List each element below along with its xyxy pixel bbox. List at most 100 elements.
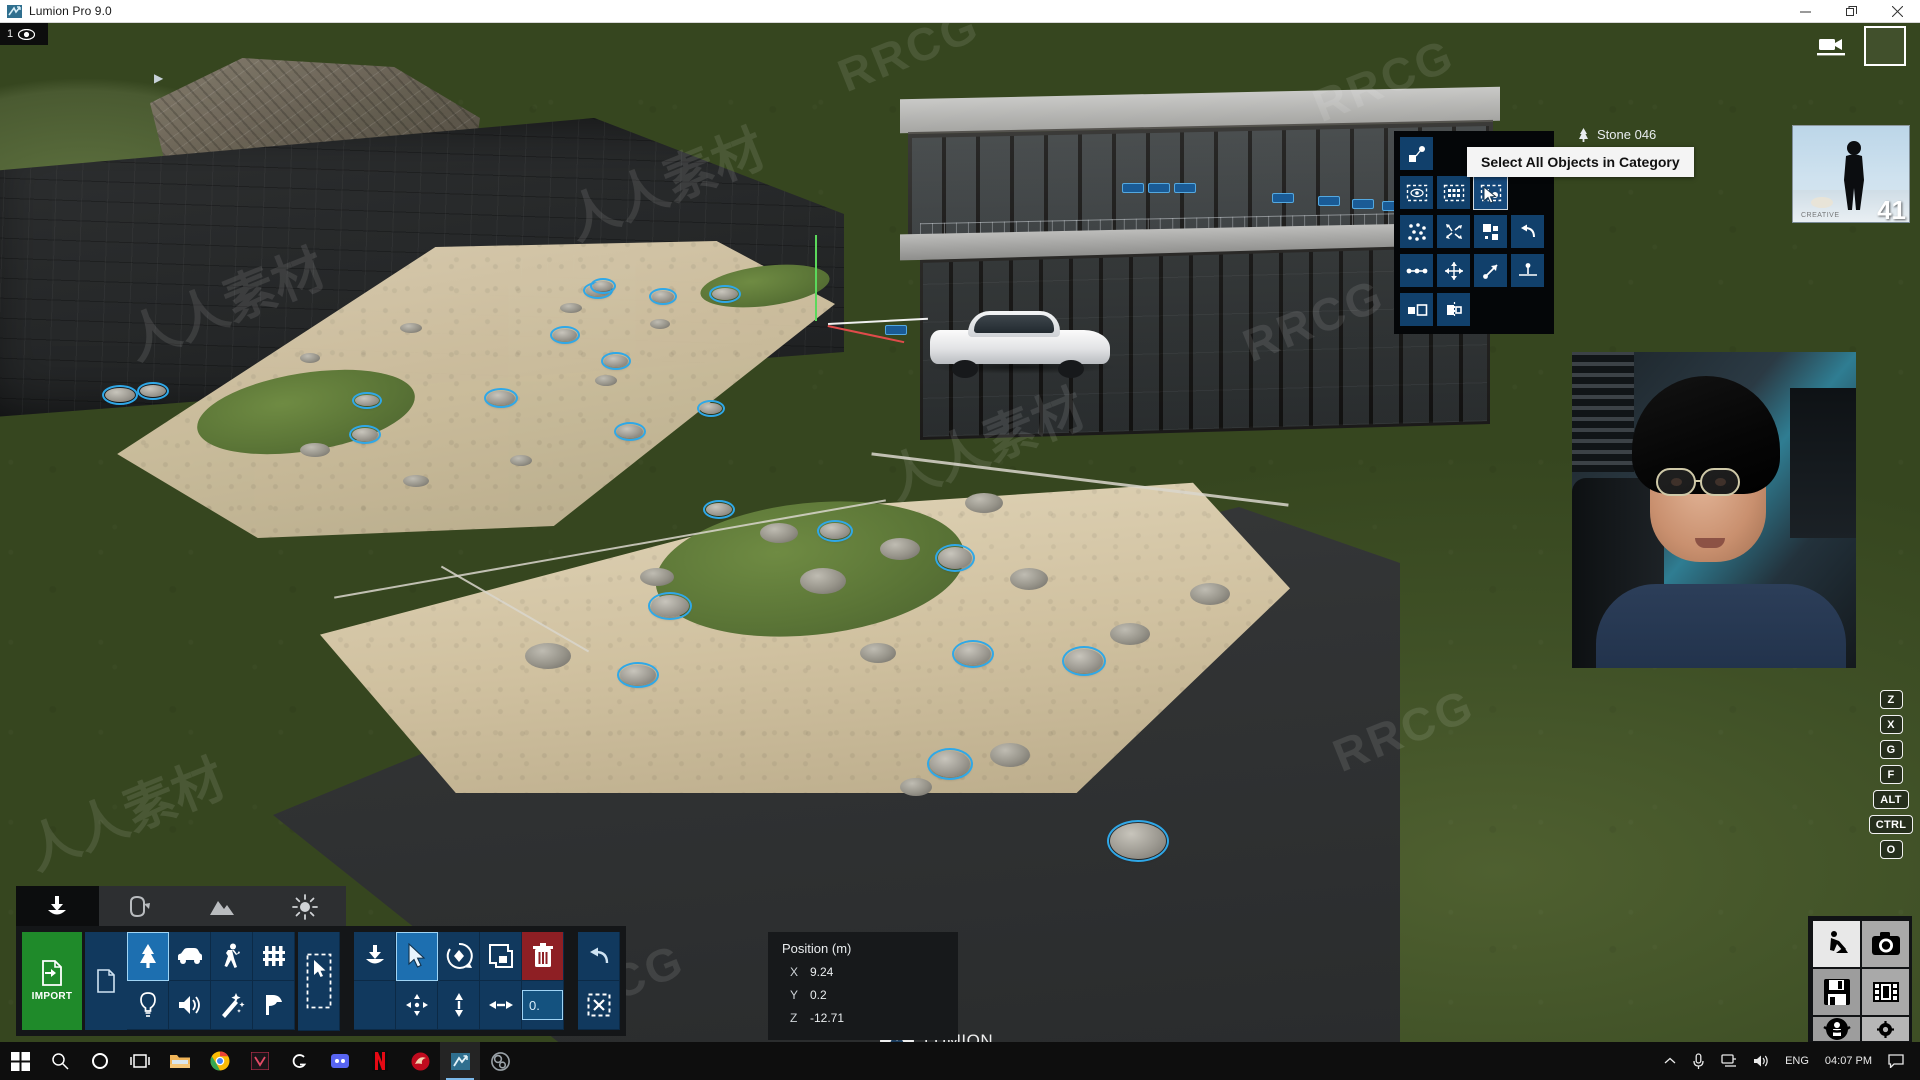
tab-objects[interactable]: [16, 886, 99, 928]
position-value-x[interactable]: 9.24: [810, 965, 833, 979]
viewport-frame-icon[interactable]: [1864, 26, 1906, 66]
mirror-icon[interactable]: [1437, 293, 1470, 326]
start-button[interactable]: [0, 1042, 40, 1080]
delete-button[interactable]: [522, 932, 564, 981]
close-button[interactable]: [1874, 0, 1920, 23]
stone[interactable]: [990, 743, 1030, 767]
undo-button[interactable]: [578, 932, 620, 981]
selected-stone[interactable]: [484, 388, 518, 408]
stone[interactable]: [650, 319, 670, 329]
tab-weather[interactable]: [264, 886, 347, 928]
stone[interactable]: [403, 475, 429, 487]
category-sound[interactable]: [169, 981, 211, 1030]
position-value-z[interactable]: -12.71: [810, 1011, 844, 1025]
key-hint-g[interactable]: G: [1879, 740, 1903, 759]
category-people[interactable]: [211, 932, 253, 981]
category-nature[interactable]: [127, 932, 169, 981]
object-preview-thumbnail[interactable]: CREATIVE 41: [1792, 125, 1910, 223]
selected-stone[interactable]: [590, 278, 616, 294]
key-hint-ctrl[interactable]: CTRL: [1868, 815, 1914, 834]
selected-stone[interactable]: [601, 352, 631, 370]
task-view-icon[interactable]: [120, 1042, 160, 1080]
clock[interactable]: 04:07 PM: [1817, 1042, 1880, 1080]
save-project-button[interactable]: [1813, 969, 1860, 1015]
notification-icon[interactable]: [1880, 1042, 1912, 1080]
selected-stone[interactable]: [137, 382, 169, 400]
select-all-icon[interactable]: [1437, 176, 1470, 209]
rotate-tool-button[interactable]: [438, 932, 480, 981]
undo-transform-icon[interactable]: [1511, 215, 1544, 248]
select-tool-button[interactable]: [396, 932, 438, 981]
object-marker[interactable]: [1352, 199, 1374, 209]
stone[interactable]: [400, 323, 422, 333]
library-button[interactable]: [85, 932, 127, 1030]
hide-objects-icon[interactable]: [1400, 176, 1433, 209]
selected-stone[interactable]: [703, 500, 735, 519]
selected-stone[interactable]: [614, 422, 646, 441]
stone[interactable]: [560, 303, 582, 313]
stone[interactable]: [965, 493, 1003, 513]
stone[interactable]: [800, 568, 846, 594]
selected-stone[interactable]: [617, 662, 659, 688]
space-evenly-icon[interactable]: [1400, 254, 1433, 287]
eye-icon[interactable]: [18, 28, 36, 40]
move-vertical-button[interactable]: [438, 981, 480, 1030]
place-on-ground-icon[interactable]: [1511, 254, 1544, 287]
build-mode-button[interactable]: [1813, 921, 1860, 967]
object-marker[interactable]: [885, 325, 907, 335]
stone[interactable]: [860, 643, 896, 663]
search-icon[interactable]: [40, 1042, 80, 1080]
msi-dragon-icon[interactable]: [400, 1042, 440, 1080]
stone[interactable]: [760, 523, 798, 543]
place-object-button[interactable]: [354, 932, 396, 981]
chrome-icon[interactable]: [200, 1042, 240, 1080]
vivaldi-icon[interactable]: [240, 1042, 280, 1080]
photo-mode-button[interactable]: [1862, 921, 1909, 967]
selected-stone[interactable]: [935, 544, 975, 572]
obs-icon[interactable]: [480, 1042, 520, 1080]
category-lights[interactable]: [127, 981, 169, 1030]
panorama-mode-button[interactable]: [1813, 1017, 1860, 1041]
category-effects[interactable]: [211, 981, 253, 1030]
size-match-icon[interactable]: [1400, 293, 1433, 326]
stone[interactable]: [640, 568, 674, 586]
stone[interactable]: [300, 353, 320, 363]
key-hint-x[interactable]: X: [1879, 715, 1903, 734]
scatter-icon[interactable]: [1400, 215, 1433, 248]
layer-tab[interactable]: 1: [0, 23, 48, 45]
minimize-button[interactable]: [1782, 0, 1828, 23]
network-icon[interactable]: [1713, 1042, 1745, 1080]
selected-stone[interactable]: [550, 326, 580, 344]
category-transport[interactable]: [169, 932, 211, 981]
move-horizontal-button[interactable]: [480, 981, 522, 1030]
stone[interactable]: [880, 538, 920, 560]
object-marker[interactable]: [1318, 196, 1340, 206]
size-value-input[interactable]: 0.: [522, 990, 563, 1020]
lumion-taskbar-icon[interactable]: [440, 1042, 480, 1080]
size-input-cell[interactable]: 0.: [522, 981, 564, 1030]
move-to-layer-icon[interactable]: [1400, 137, 1433, 170]
position-value-y[interactable]: 0.2: [810, 988, 827, 1002]
logitech-g-icon[interactable]: [280, 1042, 320, 1080]
align-slope-icon[interactable]: [1474, 254, 1507, 287]
category-fences[interactable]: [253, 932, 295, 981]
selected-stone[interactable]: [1107, 820, 1169, 862]
selected-stone[interactable]: [349, 425, 381, 444]
microphone-icon[interactable]: [1684, 1042, 1713, 1080]
move-xy-button[interactable]: [396, 981, 438, 1030]
select-all-in-category-icon[interactable]: [1473, 175, 1508, 210]
category-indoor[interactable]: [253, 981, 295, 1030]
selected-stone[interactable]: [649, 288, 677, 305]
tray-chevron-icon[interactable]: [1656, 1042, 1684, 1080]
selected-stone[interactable]: [102, 385, 138, 405]
cortana-circle-icon[interactable]: [80, 1042, 120, 1080]
speaker-icon[interactable]: [1745, 1042, 1777, 1080]
stone[interactable]: [900, 778, 932, 796]
tab-landscape[interactable]: [181, 886, 264, 928]
selected-stone[interactable]: [648, 592, 692, 620]
language-indicator[interactable]: ENG: [1777, 1042, 1817, 1080]
context-menu-expand-arrow[interactable]: ▶: [154, 71, 163, 85]
selection-rectangle-button[interactable]: [298, 932, 340, 1031]
movie-mode-button[interactable]: [1862, 969, 1909, 1015]
key-hint-z[interactable]: Z: [1879, 690, 1903, 709]
